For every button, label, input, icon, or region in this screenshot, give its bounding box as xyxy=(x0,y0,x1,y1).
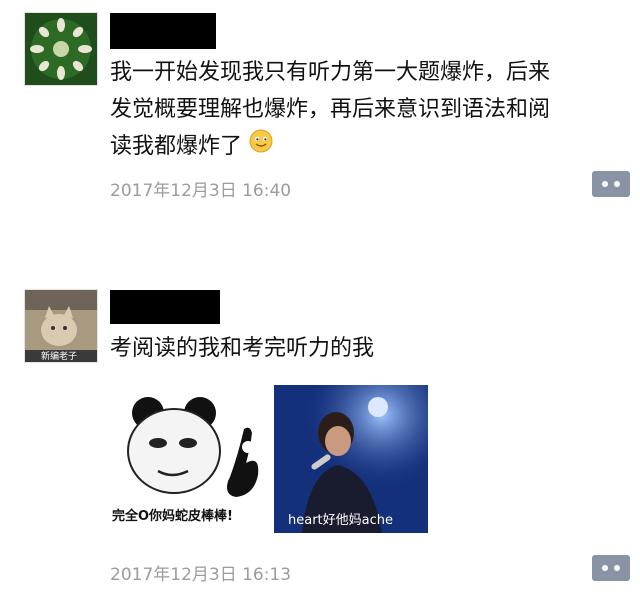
image-concert-photo[interactable]: heart好他妈ache xyxy=(274,385,428,533)
avatar-cat-photo[interactable]: 新编老子 xyxy=(24,289,98,363)
comment-dots-icon[interactable] xyxy=(592,171,630,197)
avatar-flower-pattern[interactable] xyxy=(24,12,98,86)
post-text-line-1: 我一开始发现我只有听力第一大题爆炸，后来 xyxy=(110,60,551,85)
post-timestamp: 2017年12月3日 16:13 xyxy=(110,565,292,585)
avatar-caption: 新编老子 xyxy=(41,352,78,362)
post-text-line-2: 发觉概要理解也爆炸，再后来意识到语法和阅 xyxy=(110,97,551,122)
username-redacted[interactable] xyxy=(110,13,216,49)
post-text-line-3: 读我都爆炸了 xyxy=(110,128,273,166)
post-text-line-3-text: 读我都爆炸了 xyxy=(110,134,243,159)
comment-dots-icon[interactable] xyxy=(592,555,630,581)
post-timestamp: 2017年12月3日 16:40 xyxy=(110,181,292,201)
avatar-image xyxy=(25,13,97,85)
image-2-caption: heart好他妈ache xyxy=(288,513,393,528)
image-1-caption: 完全O你妈蛇皮棒棒! xyxy=(112,509,233,524)
image-panda-meme[interactable]: 完全O你妈蛇皮棒棒! xyxy=(112,385,266,533)
username-redacted[interactable] xyxy=(110,290,220,324)
post-text: 考阅读的我和考完听力的我 xyxy=(110,336,375,361)
smile-emoji-icon xyxy=(249,128,273,166)
